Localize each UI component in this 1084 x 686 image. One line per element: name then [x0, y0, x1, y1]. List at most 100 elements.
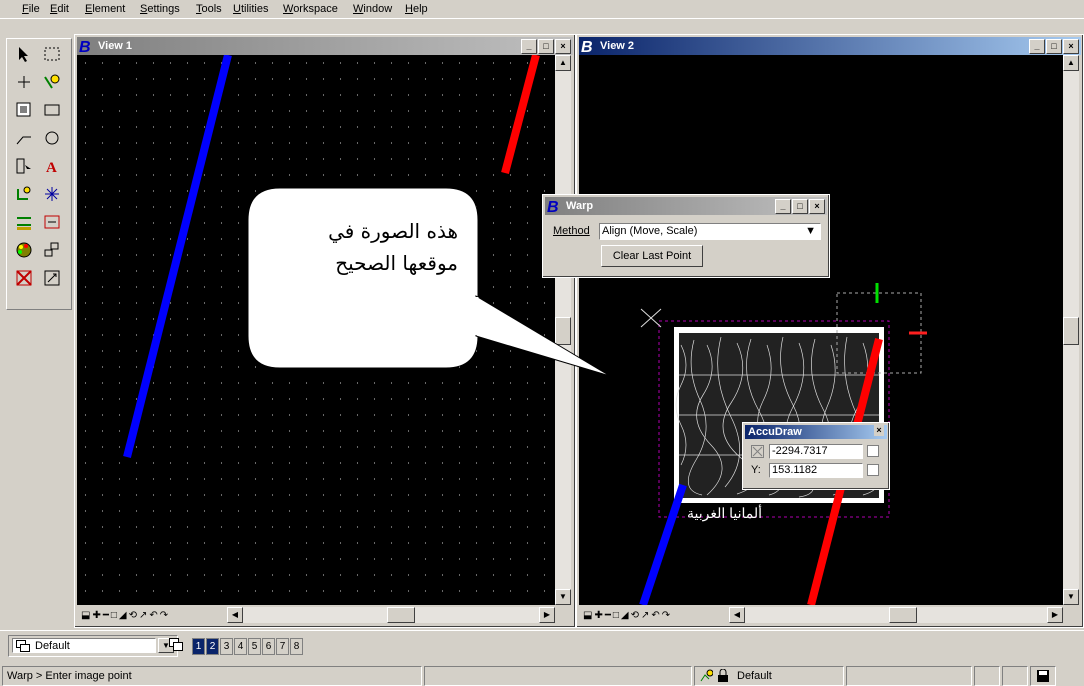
manipulate-icon[interactable]: [11, 181, 37, 207]
fit-view-icon[interactable]: ◢: [621, 610, 629, 621]
text-icon[interactable]: A: [39, 153, 65, 179]
line-icon[interactable]: [11, 125, 37, 151]
dimension-icon[interactable]: [39, 209, 65, 235]
snap-icon[interactable]: [39, 69, 65, 95]
red-line[interactable]: [501, 55, 540, 175]
close-icon[interactable]: ×: [809, 199, 825, 214]
rotate-view-icon[interactable]: ⟲: [129, 610, 137, 621]
y-lock-checkbox[interactable]: [867, 464, 879, 476]
maximize-icon[interactable]: □: [1046, 39, 1062, 54]
scroll-right-icon[interactable]: ▶: [1047, 607, 1063, 623]
scroll-left-icon[interactable]: ◀: [729, 607, 745, 623]
close-icon[interactable]: ×: [1063, 39, 1079, 54]
view-next-icon[interactable]: ↷: [662, 610, 670, 621]
level-select[interactable]: Default: [12, 638, 156, 653]
status-bar: Warp > Enter image point Default: [0, 664, 1084, 686]
minimize-icon[interactable]: _: [775, 199, 791, 214]
menu-edit[interactable]: Edit: [50, 3, 69, 15]
view1-horizontal-scrollbar[interactable]: ◀ ▶: [227, 607, 555, 623]
minimize-icon[interactable]: _: [521, 39, 537, 54]
view-toggle-3[interactable]: 3: [220, 638, 233, 655]
fence-icon[interactable]: [39, 41, 65, 67]
menu-workspace[interactable]: Workspace: [283, 3, 338, 15]
view-previous-icon[interactable]: ↶: [149, 610, 157, 621]
status-field-4: [846, 666, 972, 686]
scroll-thumb[interactable]: [387, 607, 415, 623]
close-icon[interactable]: ×: [555, 39, 571, 54]
lock-icon[interactable]: [717, 668, 729, 686]
menu-file[interactable]: File: [22, 3, 40, 15]
zoom-in-icon[interactable]: ✚: [92, 610, 100, 621]
zoom-out-icon[interactable]: ━: [605, 610, 611, 621]
warp-titlebar: B Warp _ □ ×: [545, 197, 827, 215]
window-area-icon[interactable]: □: [613, 610, 619, 621]
array-icon[interactable]: [39, 181, 65, 207]
scroll-up-icon[interactable]: ▲: [555, 55, 571, 71]
maximize-icon[interactable]: □: [792, 199, 808, 214]
view-previous-icon[interactable]: ↶: [651, 610, 659, 621]
rotate-view-icon[interactable]: ⟲: [631, 610, 639, 621]
view-groups-icon[interactable]: [168, 637, 184, 653]
maximize-icon[interactable]: □: [538, 39, 554, 54]
save-icon[interactable]: [1036, 669, 1050, 686]
update-view-icon[interactable]: ⬓: [81, 610, 90, 621]
scroll-down-icon[interactable]: ▼: [1063, 589, 1079, 605]
accudraw-titlebar: AccuDraw ×: [745, 425, 887, 439]
y-coordinate-input[interactable]: 153.1182: [769, 463, 863, 478]
blue-line[interactable]: [123, 55, 232, 458]
zoom-out-icon[interactable]: ━: [103, 610, 109, 621]
clear-last-point-button[interactable]: Clear Last Point: [601, 245, 703, 267]
raster-icon[interactable]: [11, 97, 37, 123]
circle-icon[interactable]: [39, 125, 65, 151]
place-point-icon[interactable]: [11, 69, 37, 95]
x-lock-checkbox[interactable]: [867, 445, 879, 457]
view2-canvas[interactable]: ألمانيا الغربية: [579, 55, 1063, 605]
scroll-right-icon[interactable]: ▶: [539, 607, 555, 623]
view-toggle-4[interactable]: 4: [234, 638, 247, 655]
close-icon[interactable]: ×: [874, 425, 884, 436]
measure-icon[interactable]: [39, 265, 65, 291]
view-toggle-1[interactable]: 1: [192, 638, 205, 655]
pan-view-icon[interactable]: ↗: [139, 610, 147, 621]
pan-view-icon[interactable]: ↗: [641, 610, 649, 621]
scroll-up-icon[interactable]: ▲: [1063, 55, 1079, 71]
zoom-in-icon[interactable]: ✚: [594, 610, 602, 621]
scroll-down-icon[interactable]: ▼: [555, 589, 571, 605]
view-toggle-buttons: 1 2 3 4 5 6 7 8: [192, 638, 303, 655]
scroll-thumb[interactable]: [889, 607, 917, 623]
select-element-icon[interactable]: [11, 41, 37, 67]
view2-vertical-scrollbar[interactable]: ▲ ▼: [1063, 55, 1079, 605]
svg-text:B: B: [581, 39, 593, 54]
view-next-icon[interactable]: ↷: [160, 610, 168, 621]
snap-status-icon[interactable]: [699, 669, 714, 686]
view-toggle-7[interactable]: 7: [276, 638, 289, 655]
menu-element[interactable]: Element: [85, 3, 125, 15]
modify-icon[interactable]: [11, 209, 37, 235]
x-lock-icon[interactable]: [751, 445, 764, 458]
cell-icon[interactable]: [11, 153, 37, 179]
view-toggle-6[interactable]: 6: [262, 638, 275, 655]
view-toggle-5[interactable]: 5: [248, 638, 261, 655]
fit-view-icon[interactable]: ◢: [119, 610, 127, 621]
color-palette-icon[interactable]: [11, 237, 37, 263]
x-coordinate-input[interactable]: -2294.7317: [769, 444, 863, 459]
menu-settings[interactable]: Settings: [140, 3, 180, 15]
view2-horizontal-scrollbar[interactable]: ◀ ▶: [729, 607, 1063, 623]
menu-window[interactable]: Window: [353, 3, 392, 15]
update-view-icon[interactable]: ⬓: [583, 610, 592, 621]
chevron-down-icon[interactable]: ▼: [805, 224, 816, 239]
window-area-icon[interactable]: □: [111, 610, 117, 621]
scroll-left-icon[interactable]: ◀: [227, 607, 243, 623]
group-icon[interactable]: [39, 237, 65, 263]
method-select[interactable]: Align (Move, Scale) ▼: [599, 223, 821, 240]
menu-help[interactable]: Help: [405, 3, 428, 15]
delete-icon[interactable]: [11, 265, 37, 291]
menu-tools[interactable]: Tools: [196, 3, 222, 15]
scroll-thumb[interactable]: [1063, 317, 1079, 345]
blue-line[interactable]: [639, 483, 687, 605]
view-toggle-8[interactable]: 8: [290, 638, 303, 655]
menu-utilities[interactable]: Utilities: [233, 3, 268, 15]
view-toggle-2[interactable]: 2: [206, 638, 219, 655]
minimize-icon[interactable]: _: [1029, 39, 1045, 54]
rectangle-icon[interactable]: [39, 97, 65, 123]
